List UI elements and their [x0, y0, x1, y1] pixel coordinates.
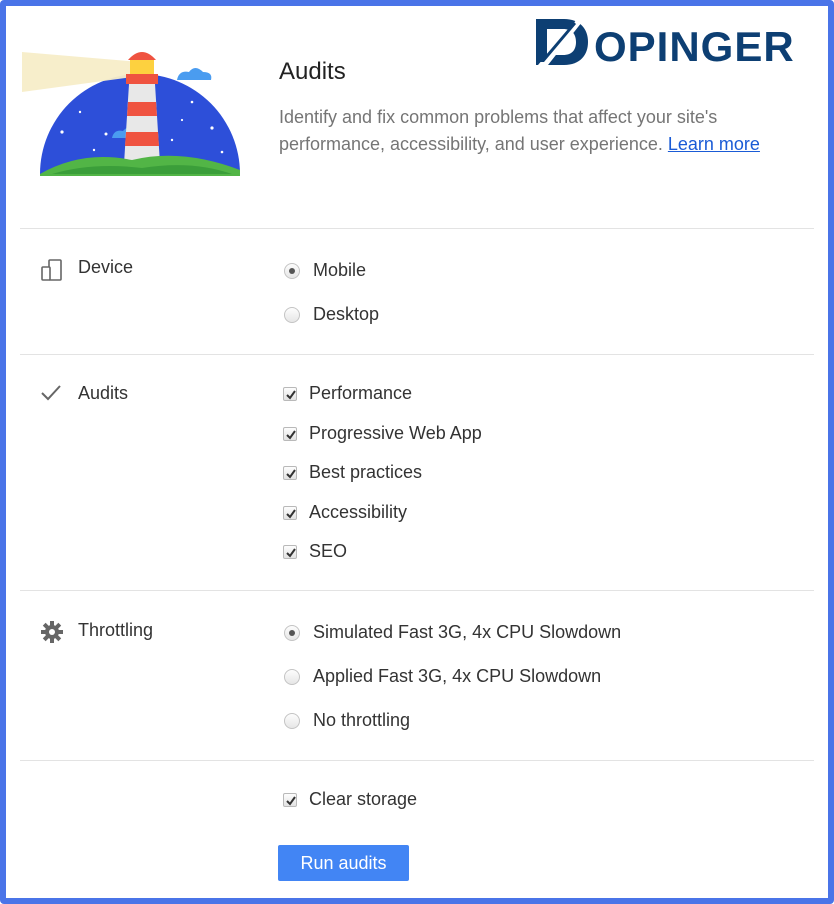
- divider: [20, 354, 814, 355]
- checkbox[interactable]: [283, 426, 297, 441]
- option-label: Progressive Web App: [309, 423, 482, 443]
- checkbox[interactable]: [283, 465, 297, 480]
- audit-option-performance[interactable]: Performance: [283, 383, 412, 404]
- checkbox[interactable]: [283, 544, 297, 559]
- gear-icon: [40, 620, 64, 649]
- audit-option-seo[interactable]: SEO: [283, 541, 347, 562]
- lighthouse-illustration: [22, 40, 242, 181]
- clear-storage-option[interactable]: Clear storage: [283, 789, 417, 810]
- checkbox[interactable]: [283, 792, 297, 807]
- divider: [20, 228, 814, 229]
- option-label: SEO: [309, 541, 348, 561]
- option-label: Clear storage: [309, 789, 418, 809]
- option-label: Accessibility: [309, 502, 408, 522]
- throttling-option-simulated[interactable]: Simulated Fast 3G, 4x CPU Slowdown: [284, 622, 621, 643]
- throttling-label: Throttling: [78, 620, 154, 640]
- audit-option-pwa[interactable]: Progressive Web App: [283, 423, 482, 444]
- radio-button[interactable]: [284, 306, 300, 323]
- radio-button[interactable]: [284, 262, 300, 279]
- divider: [20, 760, 814, 761]
- checkmark-icon: [40, 383, 62, 408]
- dopinger-logo: OPINGER: [534, 16, 812, 73]
- option-label: Simulated Fast 3G, 4x CPU Slowdown: [313, 622, 622, 642]
- run-audits-button[interactable]: Run audits: [278, 845, 409, 881]
- throttling-option-applied[interactable]: Applied Fast 3G, 4x CPU Slowdown: [284, 666, 601, 687]
- option-label: Desktop: [313, 304, 380, 324]
- throttling-option-none[interactable]: No throttling: [284, 710, 410, 731]
- brand-name: OPINGER: [594, 23, 795, 68]
- device-option-mobile[interactable]: Mobile: [284, 260, 366, 281]
- page-description: Identify and fix common problems that af…: [279, 104, 819, 158]
- radio-button[interactable]: [284, 712, 300, 729]
- divider: [20, 590, 814, 591]
- option-label: Mobile: [313, 260, 367, 280]
- checkbox[interactable]: [283, 505, 297, 520]
- device-icon: [40, 258, 64, 287]
- device-label: Device: [78, 257, 134, 277]
- option-label: Best practices: [309, 462, 423, 482]
- audits-label: Audits: [78, 383, 129, 403]
- option-label: No throttling: [313, 710, 411, 730]
- audit-option-best-practices[interactable]: Best practices: [283, 462, 422, 483]
- audit-option-accessibility[interactable]: Accessibility: [283, 502, 407, 523]
- radio-button[interactable]: [284, 668, 300, 685]
- page-title: Audits: [279, 58, 346, 85]
- radio-button[interactable]: [284, 624, 300, 641]
- checkbox[interactable]: [283, 386, 297, 401]
- option-label: Performance: [309, 383, 413, 403]
- device-option-desktop[interactable]: Desktop: [284, 304, 379, 325]
- description-text: Identify and fix common problems that af…: [279, 107, 718, 154]
- option-label: Applied Fast 3G, 4x CPU Slowdown: [313, 666, 602, 686]
- learn-more-link[interactable]: Learn more: [668, 134, 760, 154]
